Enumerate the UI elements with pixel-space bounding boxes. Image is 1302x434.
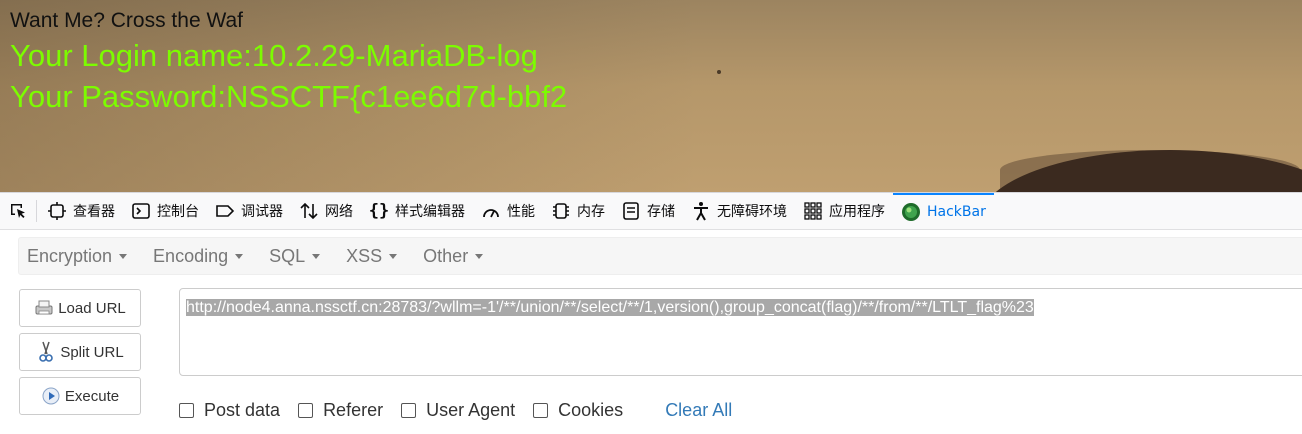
tab-performance[interactable]: 性能 (473, 193, 543, 230)
accessibility-icon (691, 201, 711, 221)
tab-application[interactable]: 应用程序 (795, 193, 893, 230)
referer-checkbox[interactable] (298, 402, 314, 418)
caret-down-icon (235, 253, 244, 259)
toolbar-separator (36, 200, 37, 222)
menu-encoding[interactable]: Encoding (153, 245, 244, 267)
cookies-checkbox[interactable] (533, 402, 549, 418)
menu-xss[interactable]: XSS (346, 245, 398, 267)
clear-all-link[interactable]: Clear All (665, 400, 732, 421)
option-user-agent[interactable]: User Agent (401, 400, 515, 421)
user-agent-checkbox[interactable] (401, 402, 417, 418)
option-label: Referer (323, 399, 384, 420)
menu-label: Encoding (153, 245, 229, 266)
tab-label: 应用程序 (829, 204, 885, 220)
tab-label: 性能 (507, 204, 535, 220)
tab-label: 样式编辑器 (395, 204, 465, 220)
background-speck (717, 70, 721, 74)
option-post-data[interactable]: Post data (179, 400, 280, 421)
split-url-label: Split URL (60, 343, 124, 361)
storage-icon (621, 201, 641, 221)
tab-label: 网络 (325, 204, 353, 220)
load-url-icon (34, 298, 54, 318)
network-icon (299, 201, 319, 221)
inspector-icon (47, 201, 67, 221)
execute-label: Execute (64, 387, 120, 405)
caret-down-icon (312, 253, 321, 259)
application-icon (803, 201, 823, 221)
hackbar-panel: Encryption Encoding SQL XSS Other Load U… (0, 230, 1302, 434)
tab-console[interactable]: 控制台 (123, 193, 207, 230)
hackbar-menu-bar: Encryption Encoding SQL XSS Other (18, 237, 1302, 275)
menu-label: Encryption (27, 245, 113, 266)
load-url-button[interactable]: Load URL (19, 289, 141, 327)
scissors-icon (36, 341, 56, 362)
option-cookies[interactable]: Cookies (533, 400, 623, 421)
load-url-label: Load URL (58, 299, 126, 317)
caret-down-icon (119, 253, 128, 259)
console-icon (131, 201, 151, 221)
url-textarea[interactable]: http://node4.anna.nssctf.cn:28783/?wllm=… (179, 288, 1302, 376)
menu-sql[interactable]: SQL (269, 245, 321, 267)
split-url-button[interactable]: Split URL (19, 333, 141, 371)
password-text: Your Password:NSSCTF{c1ee6d7d-bbf2 (10, 79, 568, 114)
hackbar-icon (901, 202, 921, 222)
post-data-checkbox[interactable] (179, 402, 194, 418)
caret-down-icon (475, 253, 484, 259)
performance-icon (481, 201, 501, 221)
tab-memory[interactable]: 内存 (543, 193, 613, 230)
tab-storage[interactable]: 存储 (613, 193, 683, 230)
debugger-icon (215, 201, 235, 221)
request-options: Post data Referer User Agent Cookies Cle… (179, 398, 732, 422)
element-picker-button[interactable] (0, 193, 34, 230)
menu-other[interactable]: Other (423, 245, 484, 267)
style-editor-icon: {} (368, 201, 390, 221)
menu-encryption[interactable]: Encryption (27, 245, 128, 267)
tab-label: 控制台 (157, 204, 199, 220)
tab-label: 内存 (577, 204, 605, 220)
menu-label: XSS (346, 245, 383, 266)
option-label: Post data (204, 399, 281, 420)
url-text-selected[interactable]: http://node4.anna.nssctf.cn:28783/?wllm=… (186, 299, 1034, 316)
menu-label: Other (423, 245, 469, 266)
login-name-text: Your Login name:10.2.29-MariaDB-log (10, 38, 538, 73)
tab-inspector[interactable]: 查看器 (39, 193, 123, 230)
option-referer[interactable]: Referer (298, 400, 383, 421)
tab-label: 查看器 (73, 204, 115, 220)
option-label: Cookies (558, 399, 624, 420)
execute-button[interactable]: Execute (19, 377, 141, 415)
tab-label: 调试器 (241, 204, 283, 220)
tab-network[interactable]: 网络 (291, 193, 361, 230)
devtools-toolbar: 查看器 控制台 调试器 网络 {} 样式编辑器 性能 内存 存储 无障碍环境 应… (0, 192, 1302, 230)
element-picker-icon (8, 201, 28, 221)
tab-label: 无障碍环境 (717, 204, 787, 220)
menu-label: SQL (269, 245, 306, 266)
tab-accessibility[interactable]: 无障碍环境 (683, 193, 795, 230)
tab-debugger[interactable]: 调试器 (207, 193, 291, 230)
tab-style-editor[interactable]: {} 样式编辑器 (361, 193, 473, 230)
option-label: User Agent (426, 399, 516, 420)
caret-down-icon (389, 253, 398, 259)
tab-label: HackBar (927, 204, 986, 220)
tab-label: 存储 (647, 204, 675, 220)
web-page-content: Want Me? Cross the Waf Your Login name:1… (0, 0, 1302, 192)
page-title: Want Me? Cross the Waf (10, 9, 244, 32)
play-icon (41, 386, 61, 406)
memory-icon (551, 201, 571, 221)
tab-hackbar[interactable]: HackBar (893, 192, 994, 230)
